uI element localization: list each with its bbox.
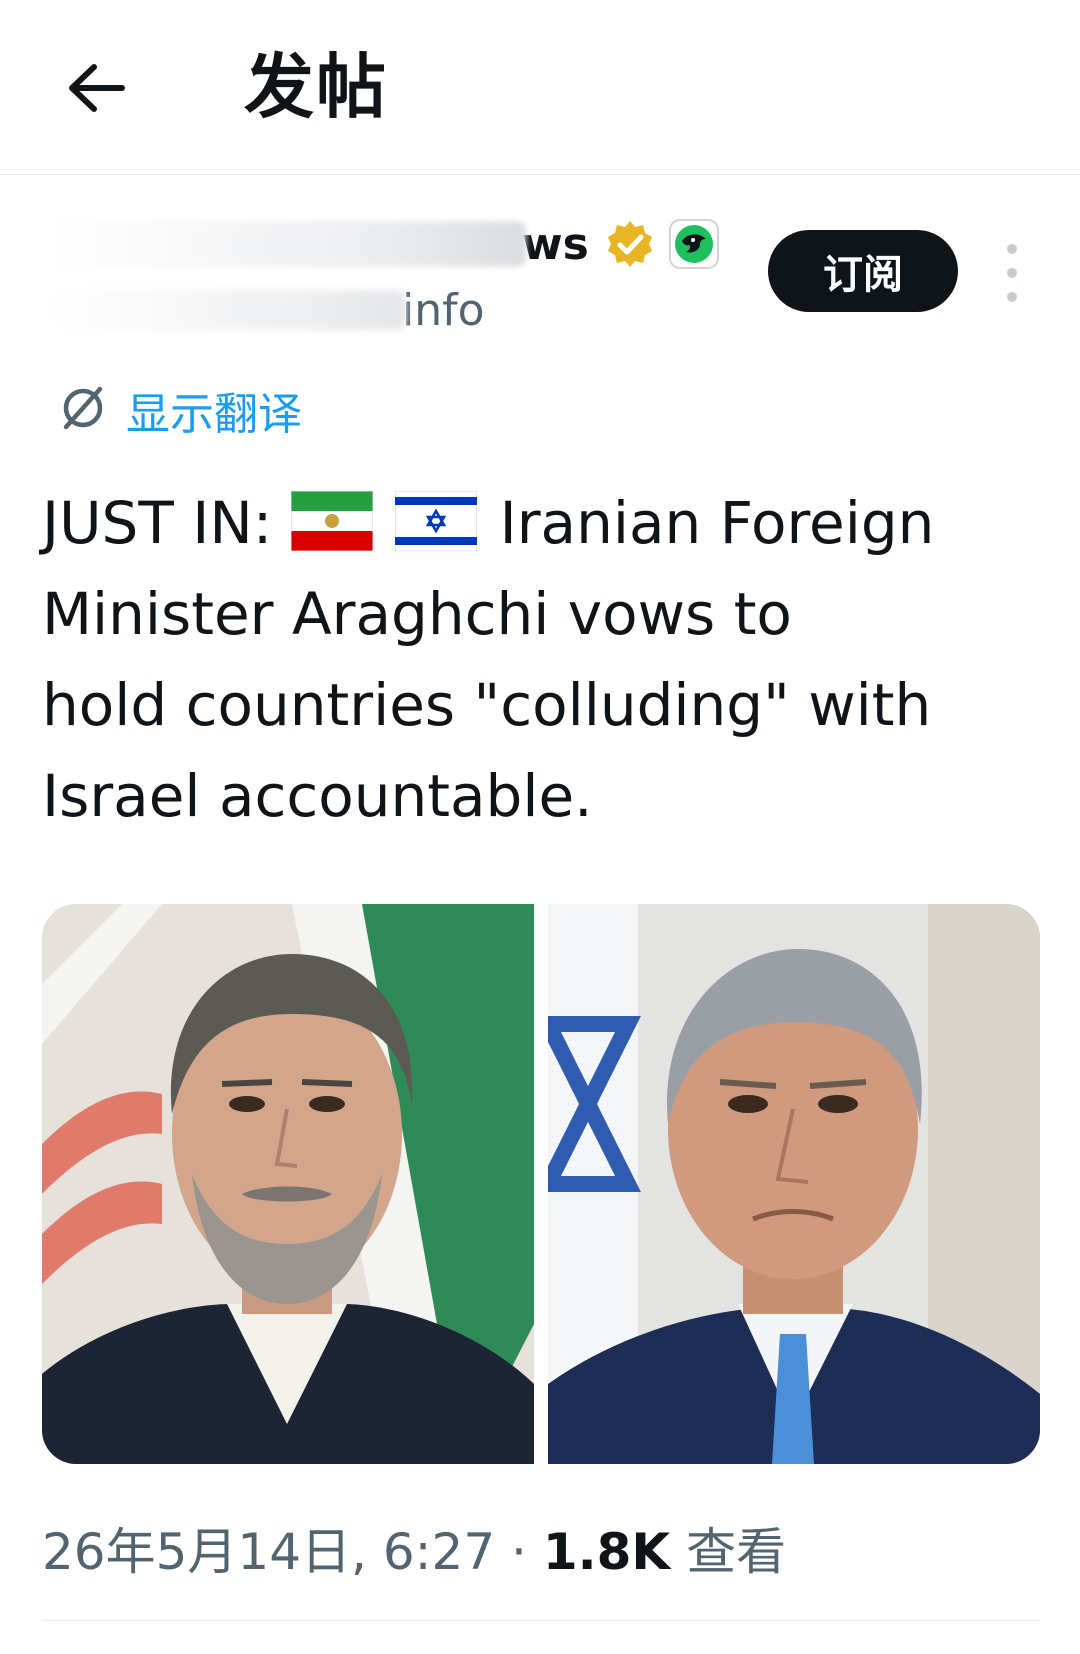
show-translation-label: 显示翻译 — [126, 389, 302, 440]
author-name-redacted — [46, 221, 526, 267]
post-line-4: Israel accountable. — [42, 762, 593, 830]
post-line-3: hold countries "colluding" with — [42, 671, 932, 739]
author-handle: info — [402, 284, 485, 336]
author-name: ws — [522, 218, 589, 270]
more-options-icon[interactable] — [994, 244, 1030, 302]
views-count: 1.8K — [542, 1523, 671, 1581]
author-handle-row: info — [46, 282, 485, 338]
post-line-2: Minister Araghchi vows to — [42, 580, 792, 648]
translate-icon — [58, 383, 108, 437]
media-photo-right[interactable] — [548, 904, 1040, 1464]
author-name-row[interactable]: ws — [46, 214, 719, 274]
author-block[interactable]: ws info — [46, 214, 719, 338]
subscribe-button[interactable]: 订阅 — [768, 230, 958, 312]
meta-separator: · — [511, 1523, 527, 1581]
post-line-1: Iranian Foreign — [499, 489, 935, 557]
page-title: 发帖 — [244, 46, 388, 128]
israel-flag-icon — [394, 486, 478, 552]
back-arrow-icon[interactable] — [60, 52, 132, 124]
post-body: JUST IN: Iranian Foreign Minister Araghc… — [42, 478, 1042, 842]
media-grid — [42, 904, 1040, 1464]
divider — [42, 1620, 1040, 1621]
post-meta: 26年5月14日, 6:27 · 1.8K 查看 — [42, 1512, 786, 1584]
post-prefix: JUST IN: — [42, 489, 273, 557]
iran-flag-icon — [290, 486, 374, 552]
affiliate-badge-icon — [668, 219, 719, 269]
show-translation-link[interactable]: 显示翻译 — [58, 380, 302, 440]
media-photo-left[interactable] — [42, 904, 534, 1464]
views-label: 查看 — [686, 1523, 787, 1581]
top-bar: 发帖 — [0, 0, 1080, 175]
verified-badge-icon — [605, 219, 655, 269]
author-handle-redacted — [46, 290, 406, 330]
post-timestamp[interactable]: 26年5月14日, 6:27 — [42, 1523, 495, 1581]
